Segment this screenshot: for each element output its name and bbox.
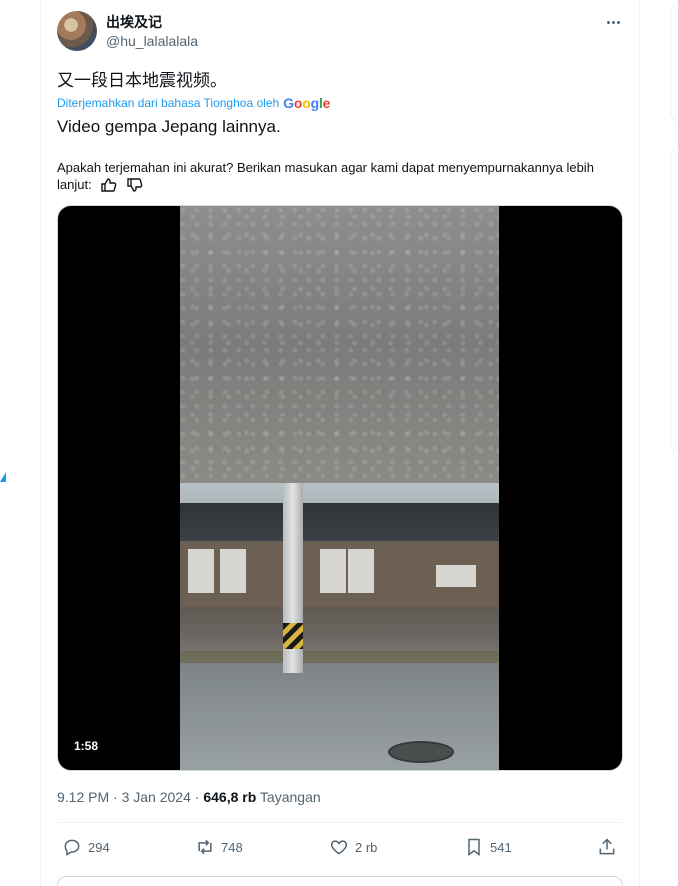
thumbs-down-icon[interactable] xyxy=(127,178,143,192)
reply-composer-edge[interactable] xyxy=(57,876,623,886)
tweet-translated-text: Video gempa Jepang lainnya. xyxy=(57,117,281,136)
meta-separator: · xyxy=(194,789,200,805)
tweet-action-bar: 294 748 2 rb 541 xyxy=(57,832,623,862)
reply-button[interactable]: 294 xyxy=(62,832,110,862)
more-options-icon[interactable] xyxy=(600,10,626,34)
sidebar-card-edge xyxy=(670,0,678,124)
video-frame-bottom xyxy=(180,483,499,770)
tweet-date[interactable]: 3 Jan 2024 xyxy=(122,789,191,805)
author-name[interactable]: 出埃及记 xyxy=(106,12,162,32)
translation-attribution-label: Diterjemahkan dari bahasa Tionghoa oleh xyxy=(57,96,280,110)
repost-count: 748 xyxy=(221,839,243,855)
video-duration-badge: 1:58 xyxy=(70,738,103,754)
views-count: 646,8 rb xyxy=(203,789,257,805)
repost-icon xyxy=(198,839,212,855)
translation-feedback: Apakah terjemahan ini akurat? Berikan ma… xyxy=(57,159,627,193)
video-player[interactable]: 1:58 xyxy=(57,205,623,771)
tweet-detail-page: 出埃及记 @hu_lalalalala 又一段日本地震视频。 Diterjema… xyxy=(0,0,678,886)
meta-separator: · xyxy=(113,789,118,805)
author-handle[interactable]: @hu_lalalalala xyxy=(106,33,198,49)
thumbs-up-icon[interactable] xyxy=(101,178,117,192)
scroll-indicator-icon xyxy=(0,472,6,482)
repost-button[interactable]: 748 xyxy=(195,832,243,862)
divider xyxy=(57,822,623,823)
reply-icon xyxy=(64,839,80,856)
sidebar-card-edge xyxy=(670,144,678,454)
views-label: Tayangan xyxy=(259,789,321,805)
like-count: 2 rb xyxy=(355,839,378,855)
tweet-original-text: 又一段日本地震视频。 xyxy=(57,71,227,90)
share-icon xyxy=(599,838,615,855)
tweet-meta: 9.12 PM · 3 Jan 2024 · 646,8 rb Tayangan xyxy=(57,789,321,805)
bookmark-button[interactable]: 541 xyxy=(464,832,512,862)
avatar[interactable] xyxy=(57,11,97,51)
bookmark-count: 541 xyxy=(490,839,512,855)
bookmark-icon xyxy=(468,838,480,856)
google-logo: Google xyxy=(283,95,331,111)
video-frame-top xyxy=(180,206,499,483)
translation-attribution[interactable]: Diterjemahkan dari bahasa Tionghoa oleh … xyxy=(57,95,330,111)
share-button[interactable] xyxy=(597,832,617,862)
tweet-time[interactable]: 9.12 PM xyxy=(57,789,109,805)
heart-icon xyxy=(330,840,348,855)
reply-count: 294 xyxy=(88,839,110,855)
column-border-left xyxy=(40,0,41,886)
like-button[interactable]: 2 rb xyxy=(329,832,377,862)
column-border-right xyxy=(639,0,640,886)
